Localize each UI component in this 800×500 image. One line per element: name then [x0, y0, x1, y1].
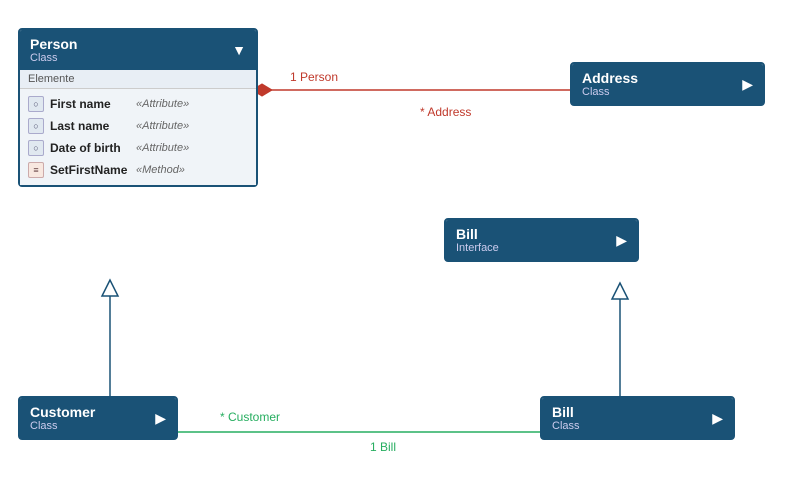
label-person-to-address-top: 1 Person — [290, 70, 338, 84]
element-name: Date of birth — [50, 141, 130, 155]
element-name: Last name — [50, 119, 130, 133]
bill-interface-expand-icon[interactable]: ▶ — [616, 232, 627, 249]
attr-icon: ○ — [28, 96, 44, 112]
diagram-container: Person Class ▼ Elemente ○ First name «At… — [0, 0, 800, 500]
bill-interface-type: Interface — [456, 242, 499, 254]
customer-class-box: Customer Class ▶ — [18, 396, 178, 440]
person-class-name: Person — [30, 36, 77, 52]
attr-icon: ○ — [28, 118, 44, 134]
customer-class-type: Class — [30, 420, 95, 432]
label-customer-to-bill-bottom: 1 Bill — [370, 440, 396, 454]
label-person-to-address-bottom: * Address — [420, 105, 471, 119]
bill-interface-name: Bill — [456, 226, 499, 242]
person-class-box: Person Class ▼ Elemente ○ First name «At… — [18, 28, 258, 187]
bill-interface-header: Bill Interface ▶ — [446, 220, 637, 260]
address-class-box: Address Class ▶ — [570, 62, 765, 106]
list-item: ○ Last name «Attribute» — [20, 115, 256, 137]
person-class-type: Class — [30, 52, 77, 64]
element-stereo: «Attribute» — [136, 98, 189, 110]
list-item: ○ First name «Attribute» — [20, 93, 256, 115]
element-name: First name — [50, 97, 130, 111]
element-name: SetFirstName — [50, 163, 130, 177]
customer-class-name: Customer — [30, 404, 95, 420]
person-header: Person Class ▼ — [20, 30, 256, 70]
address-header: Address Class ▶ — [572, 64, 763, 104]
element-stereo: «Attribute» — [136, 142, 189, 154]
element-stereo: «Method» — [136, 164, 185, 176]
bill-class-name: Bill — [552, 404, 580, 420]
customer-header: Customer Class ▶ — [20, 398, 176, 438]
list-item: ≡ SetFirstName «Method» — [20, 159, 256, 181]
bill-class-type: Class — [552, 420, 580, 432]
customer-expand-icon[interactable]: ▶ — [155, 410, 166, 427]
person-section-label: Elemente — [20, 70, 256, 89]
bill-class-header: Bill Class ▶ — [542, 398, 733, 438]
address-class-name: Address — [582, 70, 638, 86]
person-elements: ○ First name «Attribute» ○ Last name «At… — [20, 89, 256, 185]
address-expand-icon[interactable]: ▶ — [742, 76, 753, 93]
address-class-type: Class — [582, 86, 638, 98]
label-customer-to-bill-top: * Customer — [220, 410, 280, 424]
method-icon: ≡ — [28, 162, 44, 178]
bill-class-box: Bill Class ▶ — [540, 396, 735, 440]
element-stereo: «Attribute» — [136, 120, 189, 132]
person-collapse-icon[interactable]: ▼ — [232, 42, 246, 58]
attr-icon: ○ — [28, 140, 44, 156]
bill-class-expand-icon[interactable]: ▶ — [712, 410, 723, 427]
bill-interface-box: Bill Interface ▶ — [444, 218, 639, 262]
list-item: ○ Date of birth «Attribute» — [20, 137, 256, 159]
